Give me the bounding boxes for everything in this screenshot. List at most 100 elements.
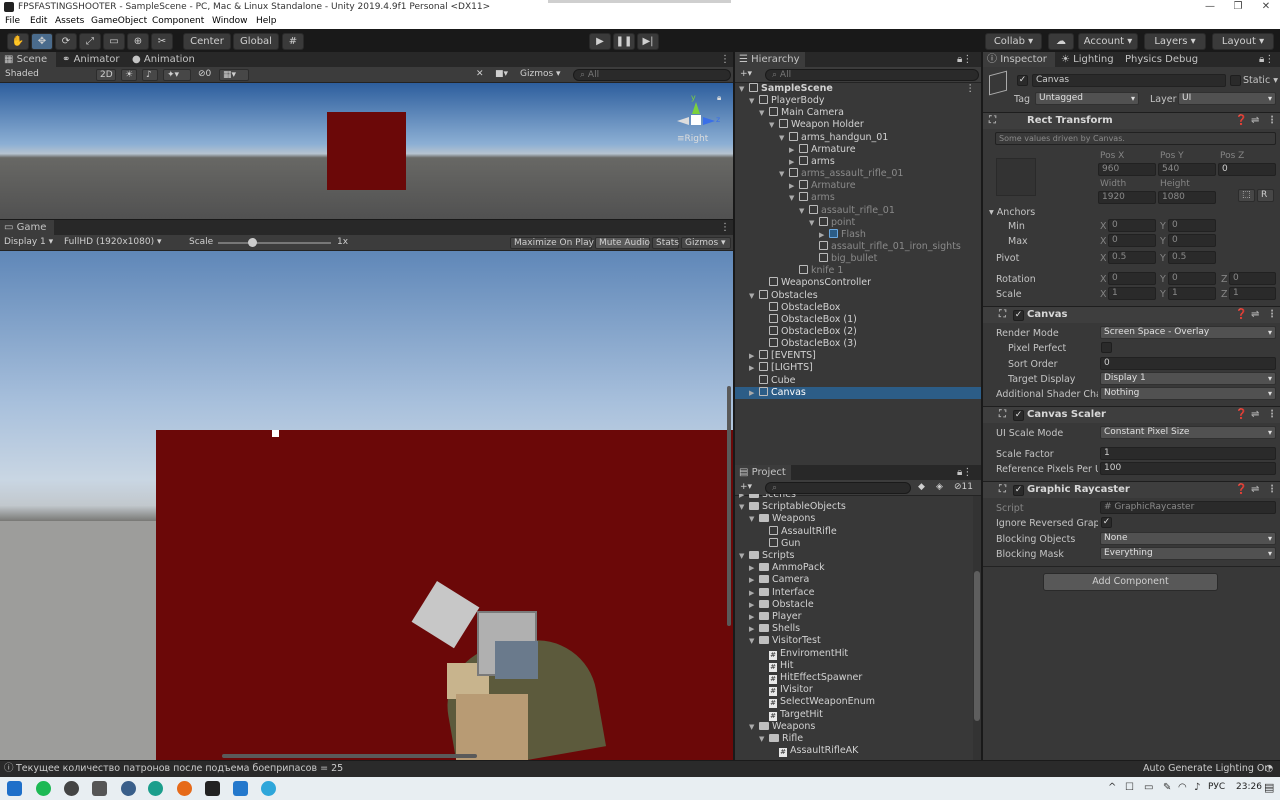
expand-arrow-down-icon[interactable]: ▼: [749, 635, 754, 647]
hierarchy-row[interactable]: ObstacleBox (3): [735, 338, 981, 350]
project-row[interactable]: ▶ Interface: [735, 587, 973, 599]
project-scroll-thumb[interactable]: [974, 571, 980, 721]
hierarchy-row[interactable]: WeaponsController: [735, 277, 981, 289]
hand-tool-icon[interactable]: ✋: [7, 33, 29, 50]
expand-arrow-right-icon[interactable]: ▶: [749, 623, 754, 635]
telegram-icon[interactable]: [261, 781, 276, 796]
tab-project[interactable]: ▤ Project: [735, 465, 791, 480]
canvas-scaler-enabled-checkbox[interactable]: ✓: [1013, 410, 1024, 421]
canvas-enabled-checkbox[interactable]: ✓: [1013, 310, 1024, 321]
tab-hierarchy[interactable]: ☰ Hierarchy: [735, 52, 805, 67]
project-search-input[interactable]: ⌕: [765, 482, 911, 494]
orientation-gizmo[interactable]: y z ≡Right: [671, 93, 721, 148]
expand-arrow-down-icon[interactable]: ▼: [789, 192, 794, 204]
project-row[interactable]: ▶ Camera: [735, 574, 973, 586]
language-indicator[interactable]: РУС: [1208, 782, 1225, 792]
hierarchy-row[interactable]: ▼ Weapon Holder: [735, 119, 981, 131]
expand-arrow-right-icon[interactable]: ▶: [749, 574, 754, 586]
pivot-y-field[interactable]: 0.5: [1168, 251, 1216, 264]
tray-battery-icon[interactable]: ▭: [1144, 782, 1153, 793]
blocking-objects-dropdown[interactable]: None: [1100, 532, 1276, 545]
object-name-field[interactable]: Canvas: [1032, 74, 1226, 87]
rot-z-field[interactable]: 0: [1229, 272, 1276, 285]
hierarchy-row[interactable]: knife 1: [735, 265, 981, 277]
stats-toggle[interactable]: Stats: [652, 237, 679, 249]
raycaster-enabled-checkbox[interactable]: ✓: [1013, 485, 1024, 496]
component-help-icon[interactable]: ❓: [1235, 113, 1247, 129]
scale-tool-icon[interactable]: ⤢: [79, 33, 101, 50]
active-checkbox[interactable]: ✓: [1017, 75, 1028, 86]
hierarchy-row[interactable]: ObstacleBox (1): [735, 313, 981, 326]
pos-x-field[interactable]: 960: [1098, 163, 1156, 176]
scene-search-input[interactable]: ⌕ All: [573, 69, 731, 81]
expand-arrow-right-icon[interactable]: ▶: [749, 587, 754, 599]
ui-scale-mode-dropdown[interactable]: Constant Pixel Size: [1100, 426, 1276, 439]
play-button[interactable]: ▶: [589, 33, 611, 50]
app-icon[interactable]: [121, 781, 136, 796]
raycaster-help-icon[interactable]: ❓: [1235, 482, 1247, 498]
console-message[interactable]: Текущее количество патронов после подъем…: [16, 761, 343, 777]
hierarchy-row[interactable]: ▼ arms: [735, 192, 981, 204]
expand-arrow-right-icon[interactable]: ▶: [789, 180, 794, 192]
hierarchy-row[interactable]: ▶ arms: [735, 155, 981, 168]
expand-arrow-right-icon[interactable]: ▶: [749, 562, 754, 574]
account-dropdown[interactable]: Account ▾: [1078, 33, 1138, 50]
pivot-center-button[interactable]: Center: [183, 33, 231, 50]
raycaster-menu-icon[interactable]: ⋮: [1267, 482, 1277, 498]
height-field[interactable]: 1080: [1158, 191, 1216, 204]
tab-animation[interactable]: ● Animation: [128, 52, 198, 67]
tray-pen-icon[interactable]: ✎: [1163, 782, 1171, 793]
layers-dropdown[interactable]: Layers ▾: [1144, 33, 1206, 50]
pause-button[interactable]: ❚❚: [613, 33, 635, 50]
firefox-icon[interactable]: [177, 781, 192, 796]
canvas-menu-icon[interactable]: ⋮: [1267, 307, 1277, 323]
expand-arrow-right-icon[interactable]: ▶: [749, 599, 754, 611]
pos-y-field[interactable]: 540: [1158, 163, 1216, 176]
shader-channels-dropdown[interactable]: Nothing: [1100, 387, 1276, 400]
scaler-preset-icon[interactable]: ⇌: [1251, 407, 1259, 423]
hierarchy-row[interactable]: ▼ Obstacles: [735, 289, 981, 302]
hidden-packages-toggle[interactable]: ⊘11: [951, 482, 979, 494]
project-row[interactable]: ▼ Weapons: [735, 721, 973, 733]
hierarchy-row[interactable]: ▼ Main Camera: [735, 107, 981, 119]
project-row[interactable]: ▼ VisitorTest: [735, 635, 973, 647]
hierarchy-lock-icon[interactable]: 🔒︎⋮: [953, 52, 976, 67]
custom-tool-icon[interactable]: ✂: [151, 33, 173, 50]
hierarchy-row[interactable]: ▶ [EVENTS]: [735, 350, 981, 362]
camera-icon[interactable]: ■▾: [492, 69, 516, 81]
expand-arrow-down-icon[interactable]: ▼: [779, 168, 784, 180]
project-row[interactable]: # EnviromentHit: [735, 648, 973, 660]
grid-toggle-icon[interactable]: ▦▾: [219, 69, 249, 81]
component-menu-icon[interactable]: ⋮: [1267, 113, 1277, 129]
canvas-help-icon[interactable]: ❓: [1235, 307, 1247, 323]
notifications-icon[interactable]: ▤: [1264, 781, 1274, 794]
project-row[interactable]: # AssaultRifleAK: [735, 745, 973, 758]
expand-arrow-right-icon[interactable]: ▶: [739, 494, 744, 501]
tray-volume-icon[interactable]: ♪: [1194, 782, 1200, 793]
tab-game[interactable]: ▭ Game: [0, 220, 54, 235]
tray-wifi-icon[interactable]: ◠: [1178, 782, 1187, 793]
scale-z-field[interactable]: 1: [1229, 287, 1276, 300]
lock-icon[interactable]: 🔒︎: [717, 93, 721, 103]
mute-audio-toggle[interactable]: Mute Audio: [595, 237, 650, 249]
static-label[interactable]: Static ▾: [1243, 75, 1278, 86]
scale-slider-knob[interactable]: [247, 238, 257, 247]
pivot-x-field[interactable]: 0.5: [1108, 251, 1156, 264]
tab-scene[interactable]: ▦ Scene: [0, 52, 56, 67]
hierarchy-row[interactable]: ▶ Flash: [735, 228, 981, 241]
game-viewport[interactable]: [0, 251, 733, 773]
expand-arrow-right-icon[interactable]: ▶: [749, 350, 754, 362]
filter-label-icon[interactable]: ◈: [933, 482, 948, 494]
clock[interactable]: 23:26: [1236, 782, 1262, 792]
hierarchy-row[interactable]: assault_rifle_01_iron_sights: [735, 240, 981, 253]
raycaster-preset-icon[interactable]: ⇌: [1251, 482, 1259, 498]
expand-arrow-down-icon[interactable]: ▼: [749, 95, 754, 107]
hierarchy-row[interactable]: ▶ Armature: [735, 180, 981, 192]
audio-toggle-icon[interactable]: ♪: [142, 69, 158, 81]
expand-arrow-right-icon[interactable]: ▶: [749, 362, 754, 374]
project-row[interactable]: ▼ ScriptableObjects: [735, 501, 973, 513]
menu-assets[interactable]: Assets: [55, 16, 84, 26]
menu-window[interactable]: Window: [212, 16, 248, 26]
raw-edit-button[interactable]: R: [1257, 189, 1274, 202]
hierarchy-row[interactable]: ▼ arms_assault_rifle_01: [735, 168, 981, 180]
